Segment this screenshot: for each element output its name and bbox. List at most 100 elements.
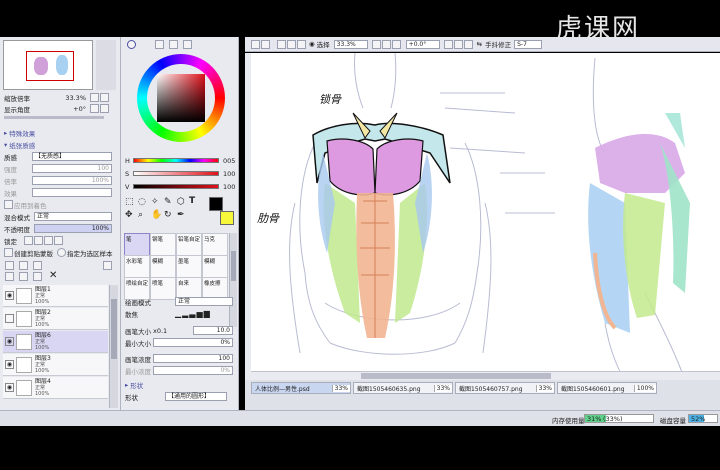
- zoom-value[interactable]: 33.3%: [52, 94, 86, 102]
- layer-item[interactable]: ◉ 图层1 正常 100%: [3, 285, 108, 307]
- brush-slot[interactable]: 模糊: [150, 255, 176, 278]
- zoom-icon[interactable]: ⌕: [138, 210, 143, 220]
- eye-icon[interactable]: ◉: [5, 337, 14, 346]
- new-vector-layer-icon[interactable]: [19, 261, 28, 270]
- eye-icon[interactable]: ◉: [5, 383, 14, 392]
- min-size-field[interactable]: 0%: [153, 338, 233, 347]
- brush-slot[interactable]: 马克: [202, 233, 228, 256]
- rotate-right-button[interactable]: [100, 104, 109, 113]
- paint-mode-select[interactable]: 正常: [175, 297, 233, 306]
- angle-dropdown[interactable]: +0.0°: [405, 39, 440, 49]
- layer-item[interactable]: ◉ 图层4 正常 100%: [3, 377, 108, 399]
- lock-paint-button[interactable]: [44, 236, 53, 245]
- effects-header[interactable]: ▸ 特殊效果: [0, 127, 120, 138]
- color-wheel-tab-icon[interactable]: [127, 40, 136, 49]
- merge-down-icon[interactable]: [19, 272, 28, 281]
- rotate-left-button[interactable]: [90, 104, 99, 113]
- redo-icon[interactable]: [261, 39, 270, 49]
- layer-item-selected[interactable]: ◉ 图层6 正常 100%: [3, 331, 108, 353]
- layer-item[interactable]: ◉ 图层3 正常 100%: [3, 354, 108, 376]
- invert-select-icon[interactable]: [287, 39, 296, 49]
- rect-select-icon[interactable]: ⬚: [125, 197, 134, 207]
- color-wheel[interactable]: [137, 54, 225, 142]
- zoom-plus-button[interactable]: [381, 39, 391, 49]
- eye-icon[interactable]: ◉: [5, 291, 14, 300]
- color-square[interactable]: [157, 74, 205, 122]
- zoom-in-button[interactable]: [100, 93, 109, 102]
- nav-slider[interactable]: [4, 116, 104, 119]
- eyedropper-icon[interactable]: ✒: [177, 210, 185, 220]
- hsv-slider-tab-icon[interactable]: [169, 40, 178, 49]
- texture-select[interactable]: 【无质感】: [32, 152, 112, 161]
- layer-item[interactable]: 图层2 正常 100%: [3, 308, 108, 330]
- brush-slot[interactable]: 模糊: [202, 255, 228, 278]
- undo-icon[interactable]: [251, 39, 260, 49]
- stabilizer-dropdown[interactable]: S-7: [514, 39, 543, 49]
- hue-slider[interactable]: [133, 158, 219, 163]
- zoom-reset-button[interactable]: [391, 39, 401, 49]
- rotate-reset-button[interactable]: [463, 39, 473, 49]
- transfer-down-icon[interactable]: [5, 272, 14, 281]
- eye-icon[interactable]: [5, 314, 14, 323]
- rotate-ccw-button[interactable]: [443, 39, 453, 49]
- merge-all-icon[interactable]: [33, 272, 42, 281]
- lock-transparent-button[interactable]: [24, 236, 33, 245]
- tab-screenshot-3[interactable]: 截图1505460601.png 100%: [557, 382, 657, 394]
- shape-header[interactable]: ▸ 形状: [121, 379, 238, 390]
- hue-value[interactable]: 005: [223, 157, 235, 165]
- select-source-checkbox[interactable]: [57, 248, 66, 257]
- brush-slot[interactable]: 墨笔: [176, 255, 202, 278]
- rotate-cw-button[interactable]: [453, 39, 463, 49]
- eye-toggle-icon[interactable]: ◉: [309, 40, 315, 48]
- sat-slider[interactable]: [133, 171, 219, 176]
- hand-icon[interactable]: ✋: [151, 210, 162, 220]
- layer-scrollbar[interactable]: [109, 285, 118, 408]
- shape-select[interactable]: 【通用的圆形】: [165, 392, 227, 401]
- rgb-slider-tab-icon[interactable]: [155, 40, 164, 49]
- min-density-field[interactable]: 0%: [153, 366, 233, 375]
- new-layer-icon[interactable]: [5, 261, 14, 270]
- angle-value[interactable]: +0°: [52, 105, 86, 113]
- val-value[interactable]: 100: [223, 183, 235, 191]
- brush-slot[interactable]: 笔: [124, 233, 150, 256]
- effect-field[interactable]: [32, 188, 112, 197]
- rotate-icon[interactable]: ↻: [164, 210, 172, 220]
- intensity-field[interactable]: 100: [32, 164, 112, 173]
- canvas-vertical-scrollbar[interactable]: [245, 53, 251, 380]
- lasso-icon[interactable]: ◌: [138, 197, 146, 207]
- scale-field[interactable]: 100%: [32, 176, 112, 185]
- lock-all-button[interactable]: [54, 236, 63, 245]
- delete-layer-icon[interactable]: [103, 261, 112, 270]
- brush-slot[interactable]: 水彩笔: [124, 255, 150, 278]
- brush-size-mult[interactable]: x0.1: [153, 327, 193, 335]
- blend-select[interactable]: 正常: [34, 212, 112, 221]
- sat-value[interactable]: 100: [223, 170, 235, 178]
- swatch-tab-icon[interactable]: [183, 40, 192, 49]
- show-select-icon[interactable]: [297, 39, 306, 49]
- val-slider[interactable]: [133, 184, 219, 189]
- canvas-area[interactable]: 锁骨 肋骨: [245, 53, 720, 380]
- ruler-icon[interactable]: ✎: [164, 197, 172, 207]
- new-folder-icon[interactable]: [33, 261, 42, 270]
- tab-screenshot-2[interactable]: 截图1505460757.png 33%: [455, 382, 555, 394]
- close-icon[interactable]: ✕: [49, 270, 57, 281]
- canvas-horizontal-scrollbar[interactable]: [251, 371, 720, 380]
- secondary-color-swatch[interactable]: [220, 211, 234, 225]
- eye-icon[interactable]: ◉: [5, 360, 14, 369]
- zoom-out-button[interactable]: [90, 93, 99, 102]
- lock-position-button[interactable]: [34, 236, 43, 245]
- texture-header[interactable]: ▾ 纸张质感: [0, 139, 120, 150]
- density-field[interactable]: 100: [153, 354, 233, 363]
- move-icon[interactable]: ✥: [125, 210, 133, 220]
- text-icon[interactable]: T: [189, 196, 195, 206]
- zoom-minus-button[interactable]: [371, 39, 381, 49]
- shape-icon[interactable]: ⬡: [177, 197, 185, 207]
- primary-color-swatch[interactable]: [209, 197, 223, 211]
- navigator-preview[interactable]: [3, 40, 93, 90]
- magic-wand-icon[interactable]: ✧: [151, 197, 159, 207]
- tab-document[interactable]: 人体比例—男性.psd 33%: [251, 382, 351, 394]
- zoom-dropdown[interactable]: 33.3%: [333, 39, 368, 49]
- brush-size-field[interactable]: 10.0: [193, 326, 233, 335]
- clip-checkbox[interactable]: [4, 248, 13, 257]
- opacity-field[interactable]: 100%: [34, 224, 112, 233]
